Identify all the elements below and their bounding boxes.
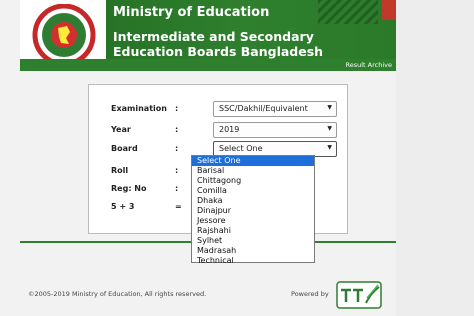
board-label: Board [111,144,138,153]
government-seal-icon [32,4,96,66]
board-option[interactable]: Jessore [192,216,314,226]
result-archive-link[interactable]: Result Archive [346,59,392,71]
chevron-down-icon: ▼ [327,144,332,151]
roll-colon: : [175,166,179,175]
captcha-equals: = [175,202,182,211]
board-dropdown-list[interactable]: Select One Barisal Chittagong Comilla Dh… [191,155,315,266]
sub-nav-bar: Result Archive [20,59,396,71]
board-option[interactable]: Sylhet [192,236,314,246]
ministry-name: Ministry of Education [113,5,270,20]
powered-by-text: Powered by [291,290,329,298]
year-colon: : [175,125,179,134]
year-select[interactable]: 2019 ▼ [213,122,337,138]
copyright-text: ©2005-2019 Ministry of Education, All ri… [28,290,207,298]
header-accent [382,0,396,20]
captcha-question: 5 + 3 [111,202,135,211]
roll-label: Roll [111,166,129,175]
examination-select[interactable]: SSC/Dakhil/Equivalent ▼ [213,101,337,117]
board-option[interactable]: Barisal [192,166,314,176]
teletalk-logo[interactable] [336,281,382,309]
board-colon: : [175,144,179,153]
side-margin [396,0,474,316]
chevron-down-icon: ▼ [327,104,332,111]
board-option[interactable]: Select One [192,156,314,166]
board-option[interactable]: Rajshahi [192,226,314,236]
board-option[interactable]: Comilla [192,186,314,196]
board-option[interactable]: Dinajpur [192,206,314,216]
examination-label: Examination [111,104,167,113]
examination-value: SSC/Dakhil/Equivalent [219,104,308,113]
board-option[interactable]: Madrasah [192,246,314,256]
page-title: Intermediate and Secondary Education Boa… [113,29,324,59]
chevron-down-icon: ▼ [327,125,332,132]
examination-colon: : [175,104,179,113]
header-decoration [318,0,378,24]
reg-label: Reg: No [111,184,147,193]
page: Ministry of Education Intermediate and S… [0,0,474,316]
reg-colon: : [175,184,179,193]
board-value: Select One [219,144,263,153]
board-option[interactable]: Chittagong [192,176,314,186]
year-label: Year [111,125,131,134]
board-option[interactable]: Technical [192,256,314,266]
year-value: 2019 [219,125,240,134]
board-option[interactable]: Dhaka [192,196,314,206]
